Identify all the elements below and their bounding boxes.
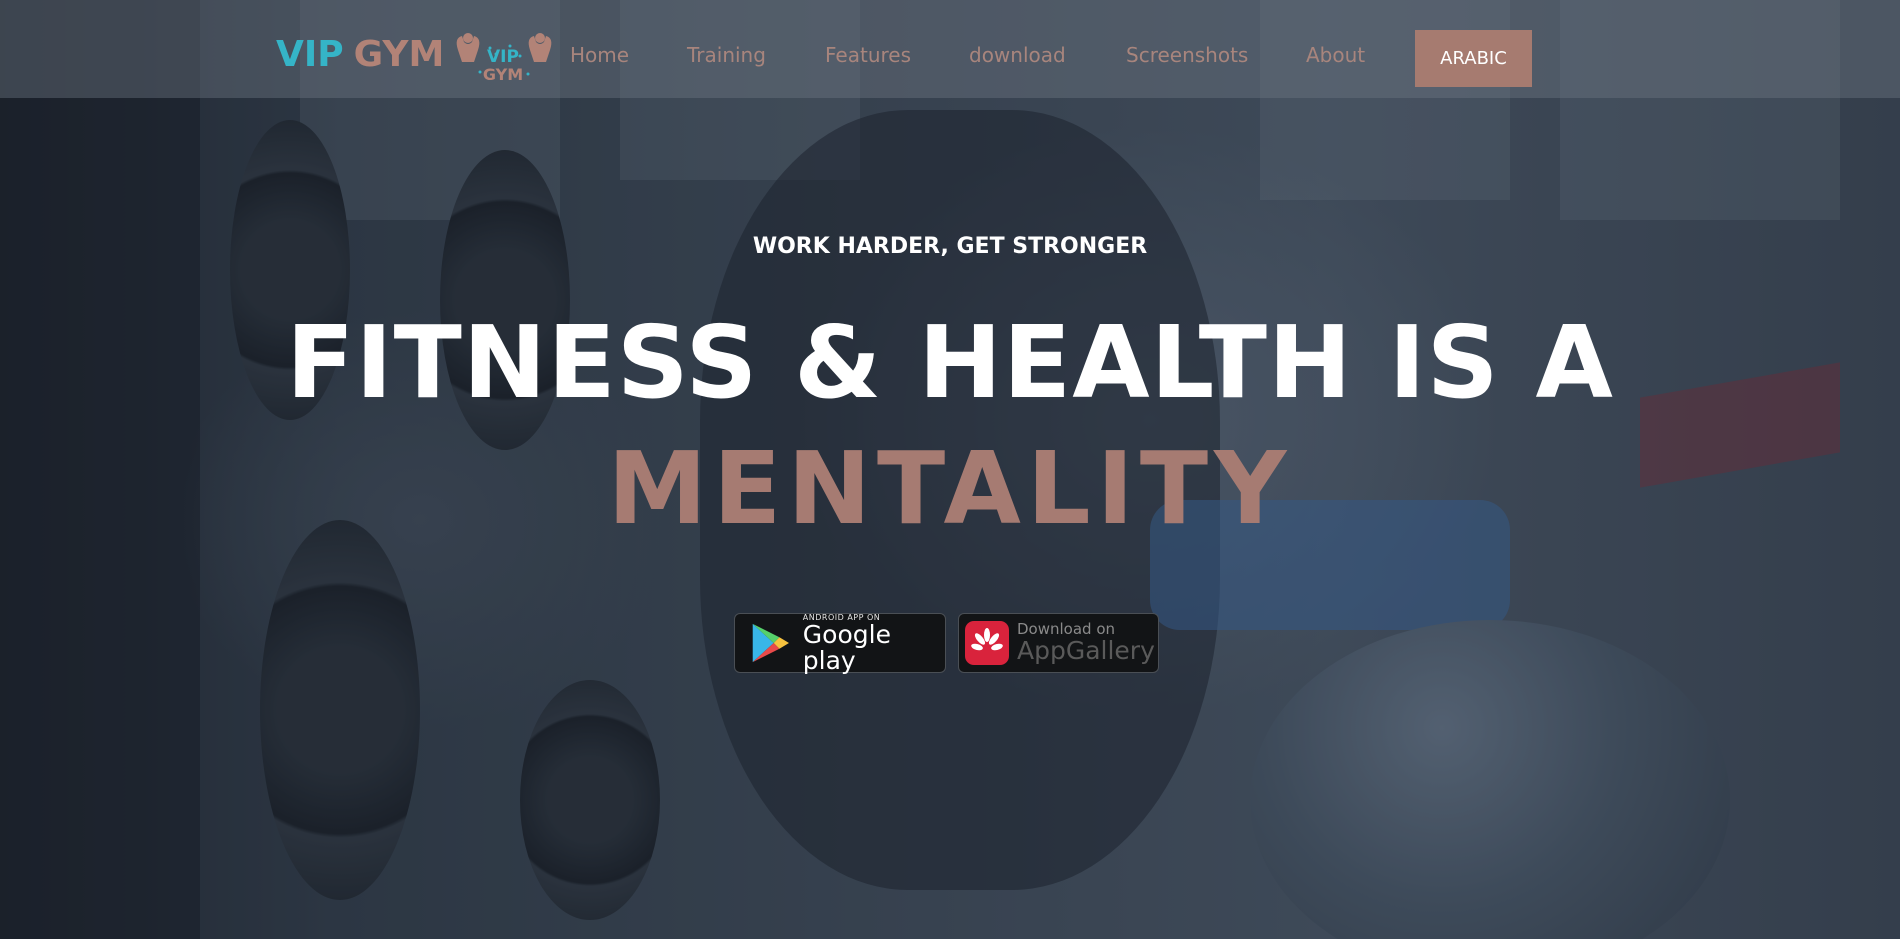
nav-link-training[interactable]: Training	[687, 43, 766, 67]
huawei-appgallery-icon	[965, 621, 1009, 665]
google-play-badge[interactable]: ANDROID APP ON Google play	[734, 613, 946, 673]
google-play-icon	[752, 623, 789, 663]
logo-text-vip: VIP	[487, 47, 519, 67]
bodybuilder-logo-icon[interactable]: VIP GYM	[450, 28, 556, 88]
hero-headline: FITNESS & HEALTH IS A	[286, 304, 1614, 421]
nav-link-screenshots[interactable]: Screenshots	[1126, 43, 1248, 67]
top-navbar: VIP GYM VIP GYM Home Training Features d…	[0, 0, 1900, 98]
nav-link-features[interactable]: Features	[825, 43, 911, 67]
brand-wordmark[interactable]: VIP GYM	[276, 33, 445, 75]
huawei-badge-big-text: AppGallery	[1017, 636, 1155, 665]
language-arabic-button[interactable]: ARABIC	[1415, 30, 1532, 87]
huawei-appgallery-badge[interactable]: Download on AppGallery	[958, 613, 1159, 673]
nav-link-about[interactable]: About	[1306, 43, 1365, 67]
brand-name-vip: VIP	[276, 33, 344, 75]
logo-text-gym: GYM	[483, 65, 523, 84]
nav-link-home[interactable]: Home	[570, 43, 629, 67]
nav-link-download[interactable]: download	[969, 43, 1066, 67]
google-badge-big-text: Google play	[802, 619, 891, 675]
huawei-badge-small-text: Download on	[1017, 620, 1116, 638]
brand-name-gym: GYM	[353, 33, 445, 75]
hero-headline-accent: MENTALITY	[607, 430, 1293, 547]
hero-tagline: WORK HARDER, GET STRONGER	[752, 234, 1148, 259]
